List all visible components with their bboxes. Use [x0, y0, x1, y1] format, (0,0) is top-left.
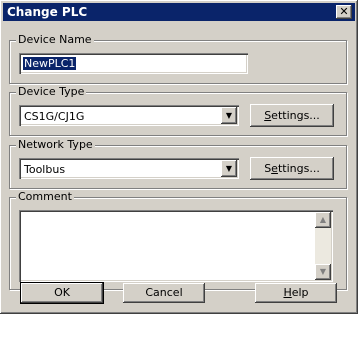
settings-mnemonic: e [271, 162, 278, 175]
device-type-value: CS1G/CJ1G [24, 110, 85, 123]
device-name-value: NewPLC1 [23, 57, 77, 70]
device-type-select[interactable]: CS1G/CJ1G ▼ [19, 105, 239, 126]
help-label: elp [291, 286, 309, 299]
chevron-down-icon: ▼ [225, 164, 233, 173]
network-type-select[interactable]: Toolbus ▼ [19, 158, 239, 179]
network-type-label: Network Type [16, 138, 95, 151]
network-type-dropdown-button[interactable]: ▼ [221, 160, 237, 177]
comment-label: Comment [16, 190, 74, 203]
change-plc-dialog: Change PLC ✕ Device Name NewPLC1 Device … [0, 0, 358, 314]
close-icon: ✕ [339, 5, 349, 18]
ok-button[interactable]: OK [20, 282, 104, 304]
title-bar[interactable]: Change PLC ✕ [3, 3, 355, 21]
comment-scrollbar[interactable]: ▲ ▼ [315, 212, 331, 280]
window-title: Change PLC [7, 5, 88, 19]
scroll-up-button[interactable]: ▲ [315, 212, 331, 228]
help-mnemonic: H [283, 286, 292, 299]
network-type-settings-button[interactable]: Settings... [250, 157, 334, 180]
scroll-up-icon: ▲ [319, 215, 327, 224]
settings-label: ettings... [271, 109, 320, 122]
device-type-dropdown-button[interactable]: ▼ [221, 107, 237, 124]
cancel-label: Cancel [145, 286, 183, 299]
device-type-settings-button[interactable]: Settings... [250, 104, 334, 127]
device-name-group: Device Name NewPLC1 [9, 33, 347, 84]
comment-group: Comment ▲ ▼ [9, 190, 347, 290]
close-button[interactable]: ✕ [336, 5, 352, 19]
device-name-input[interactable]: NewPLC1 [19, 53, 248, 74]
chevron-down-icon: ▼ [225, 111, 233, 120]
network-type-value: Toolbus [24, 163, 66, 176]
network-type-group: Network Type Toolbus ▼ Settings... [9, 138, 347, 189]
device-type-group: Device Type CS1G/CJ1G ▼ Settings... [9, 85, 347, 136]
cancel-button[interactable]: Cancel [123, 283, 205, 303]
settings-label: ttings... [277, 162, 320, 175]
scroll-down-button[interactable]: ▼ [315, 264, 331, 280]
comment-textarea[interactable]: ▲ ▼ [19, 210, 333, 282]
device-type-label: Device Type [16, 85, 87, 98]
ok-label: OK [54, 286, 70, 299]
scroll-down-icon: ▼ [319, 267, 327, 276]
help-button[interactable]: Help [255, 283, 337, 303]
device-name-label: Device Name [16, 33, 94, 46]
